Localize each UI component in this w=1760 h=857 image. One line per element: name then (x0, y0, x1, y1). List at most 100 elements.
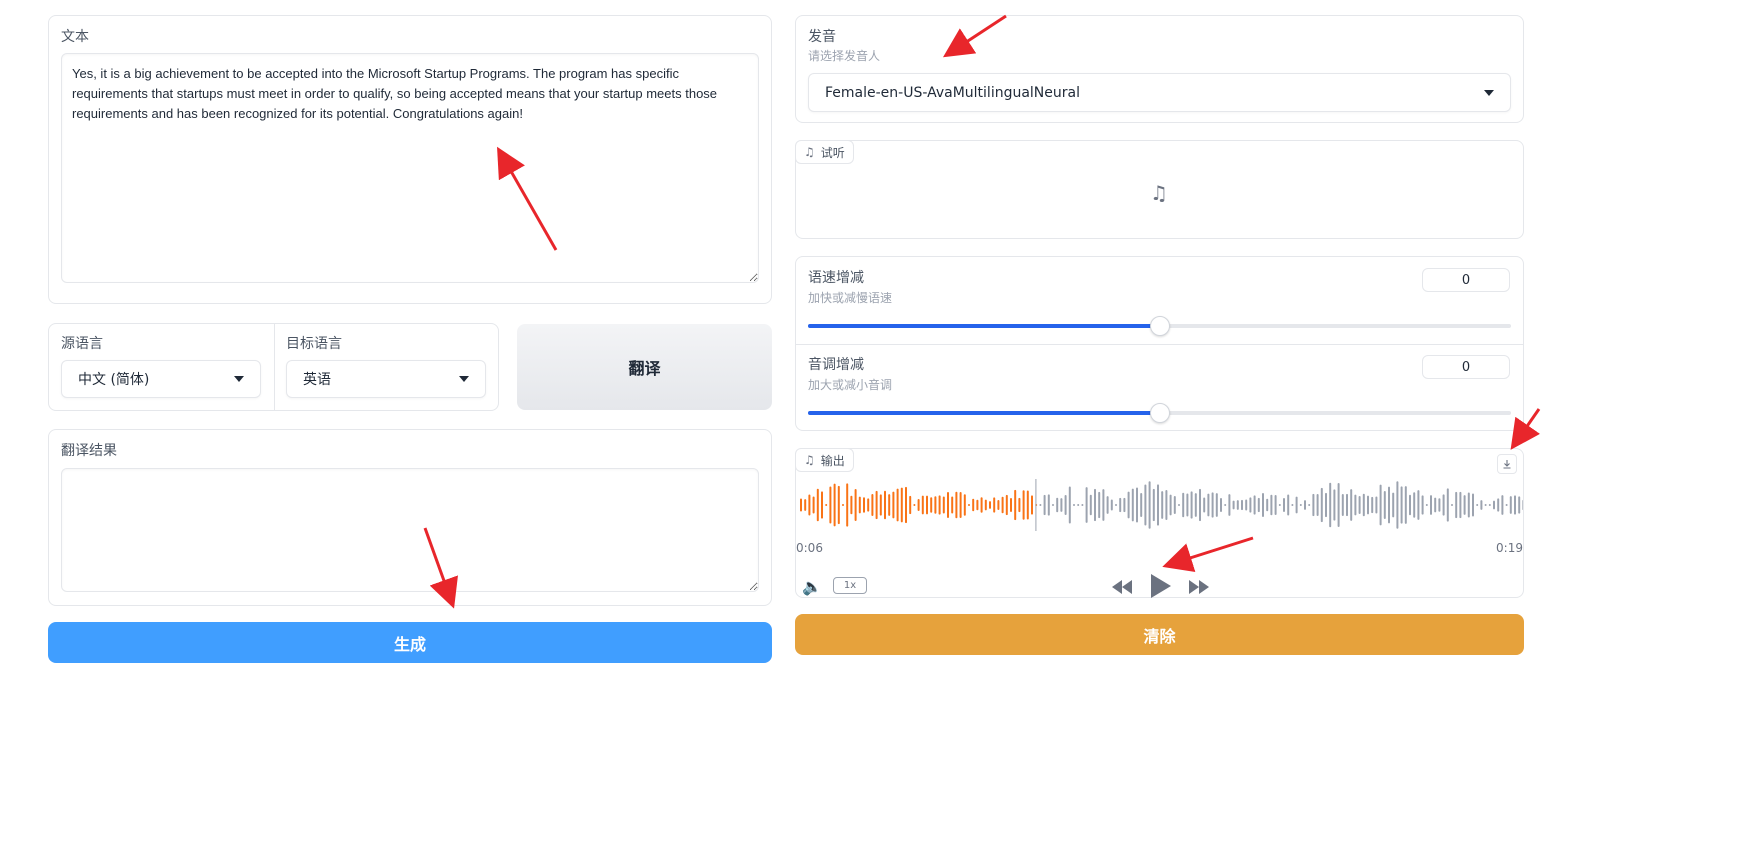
waveform-bar (1476, 504, 1479, 506)
waveform-bar (1522, 499, 1523, 511)
speed-number-input[interactable]: 0 (1422, 268, 1510, 292)
waveform-bar (1404, 486, 1407, 524)
music-note-icon: ♫ (1150, 181, 1168, 205)
pitch-slider[interactable] (808, 403, 1511, 423)
waveform-bar (1316, 494, 1319, 516)
waveform-bar (1371, 496, 1374, 514)
waveform-bar (1425, 504, 1428, 506)
waveform-bar (1098, 491, 1101, 519)
adjust-divider (796, 344, 1523, 345)
waveform-bar (896, 488, 899, 522)
waveform-bar (1375, 496, 1378, 514)
column-divider (274, 324, 275, 410)
waveform-bar (926, 495, 928, 515)
waveform-bar (846, 483, 849, 527)
pitch-number-input[interactable]: 0 (1422, 355, 1510, 379)
waveform-bar (1350, 489, 1353, 521)
text-label: 文本 (61, 29, 89, 45)
waveform-bar (1148, 481, 1151, 529)
output-audio-panel: ♫ 输出 0:06 0:19 🔈 1x (795, 448, 1524, 598)
waveform-bar (867, 498, 870, 512)
pitch-label: 音调增减 (808, 357, 864, 373)
source-lang-select[interactable]: 中文 (简体) (61, 360, 261, 398)
waveform-bar (909, 495, 912, 515)
pitch-info: 加大或减小音调 (808, 378, 893, 392)
waveform-bar (825, 504, 828, 506)
waveform-bar (1102, 489, 1105, 521)
waveform-bar (921, 495, 924, 515)
preview-audio-panel: ♫ 试听 ♫ (795, 140, 1524, 239)
waveform-bar (1236, 500, 1239, 510)
waveform-bar (1446, 488, 1449, 522)
music-note-icon: ♫ (804, 453, 815, 467)
waveform-bar (1010, 497, 1012, 513)
waveform-bar (1253, 495, 1256, 515)
waveform-bar (1005, 494, 1008, 516)
waveform-bar (1089, 494, 1092, 516)
waveform-bar (968, 504, 970, 506)
waveform-bar (875, 490, 878, 520)
waveform-bar (1283, 498, 1285, 512)
waveform-bar (1509, 496, 1512, 514)
audio-waveform[interactable] (796, 475, 1523, 535)
waveform-bar (1337, 482, 1340, 528)
waveform-bar (1178, 504, 1180, 506)
waveform-bar (1081, 504, 1084, 506)
voice-panel: 发音 请选择发音人 Female-en-US-AvaMultilingualNe… (795, 15, 1524, 123)
language-panel: 源语言 中文 (简体) 目标语言 英语 (48, 323, 499, 411)
translation-result-input[interactable] (61, 468, 759, 592)
voice-select[interactable]: Female-en-US-AvaMultilingualNeural (808, 73, 1511, 112)
pitch-slider-thumb[interactable] (1149, 403, 1170, 423)
speed-slider[interactable] (808, 316, 1511, 336)
waveform-bar (1018, 497, 1021, 513)
text-input[interactable]: Yes, it is a big achievement to be accep… (61, 53, 759, 283)
waveform-bar (1022, 490, 1025, 520)
clear-button[interactable]: 清除 (795, 614, 1524, 655)
fast-forward-icon[interactable] (1188, 579, 1210, 595)
waveform-bar (1472, 493, 1474, 517)
waveform-bar (1047, 494, 1050, 516)
text-panel: 文本 Yes, it is a big achievement to be ac… (48, 15, 772, 304)
target-lang-select[interactable]: 英语 (286, 360, 486, 398)
waveform-bar (1215, 493, 1218, 517)
waveform-bar (1442, 494, 1445, 516)
waveform-bar (1346, 493, 1348, 517)
waveform-bar (1157, 484, 1159, 526)
waveform-bar (1262, 492, 1264, 518)
output-audio-label: 输出 (820, 453, 845, 468)
waveform-bar (1186, 493, 1189, 517)
waveform-bar (863, 497, 865, 513)
speed-slider-thumb[interactable] (1149, 316, 1170, 336)
translate-button[interactable]: 翻译 (517, 324, 772, 410)
waveform-bar (808, 494, 811, 516)
waveform-bar (850, 495, 853, 515)
waveform-bar (955, 491, 958, 519)
volume-icon[interactable]: 🔈 (802, 577, 822, 596)
waveform-bar (1228, 494, 1231, 516)
waveform-bar (1119, 497, 1122, 513)
waveform-bar (905, 486, 907, 524)
waveform-bar (1068, 486, 1071, 524)
rewind-icon[interactable] (1111, 579, 1133, 595)
waveform-bar (900, 487, 903, 523)
translation-result-panel: 翻译结果 (48, 429, 772, 606)
pitch-slider-fill (808, 411, 1160, 415)
waveform-bar (938, 495, 941, 515)
waveform-bar (1232, 500, 1235, 510)
waveform-bar (1312, 493, 1315, 517)
speed-slider-fill (808, 324, 1160, 328)
waveform-bar (1245, 499, 1248, 511)
generate-button[interactable]: 生成 (48, 622, 772, 663)
playback-rate-button[interactable]: 1x (833, 577, 867, 594)
adjust-panel: 语速增减 加快或减慢语速 0 音调增减 加大或减小音调 0 (795, 256, 1524, 431)
waveform-bar (951, 496, 954, 514)
waveform-bar (1274, 494, 1277, 516)
audio-current-time: 0:06 (796, 541, 823, 555)
waveform-bar (1501, 495, 1504, 515)
waveform-bar (1140, 493, 1143, 517)
waveform-bar (1169, 494, 1172, 516)
download-button[interactable] (1497, 454, 1517, 474)
waveform-bar (1455, 491, 1458, 519)
play-icon[interactable] (1150, 573, 1172, 599)
waveform-bar (947, 492, 949, 518)
